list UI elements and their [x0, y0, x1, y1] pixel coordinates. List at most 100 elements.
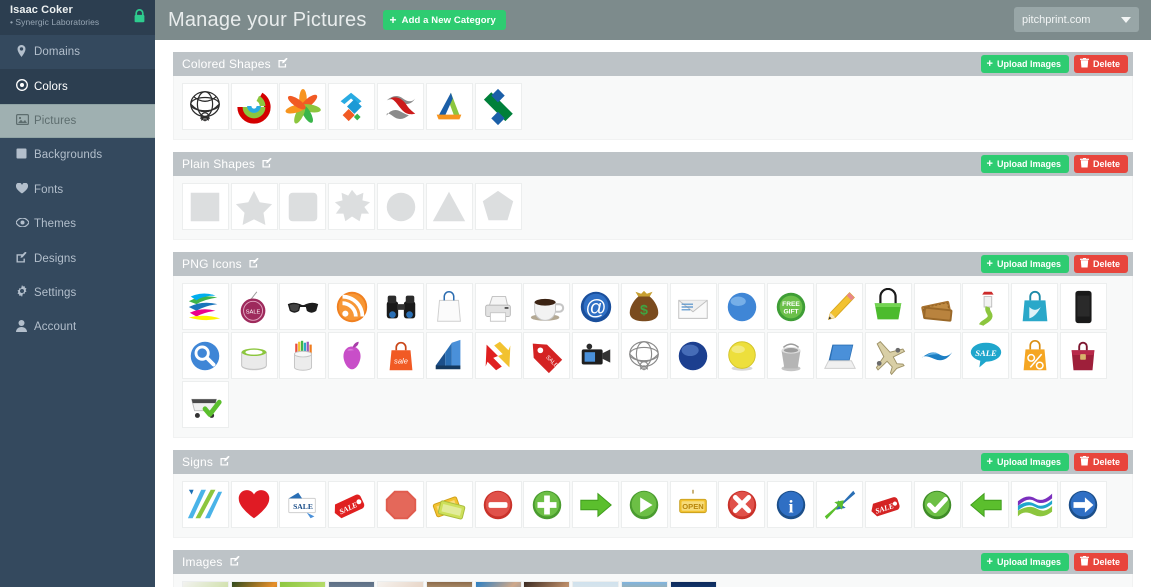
delete-button[interactable]: Delete [1073, 453, 1128, 471]
gold-tickets-icon[interactable] [425, 481, 473, 528]
domain-select[interactable]: pitchprint.com [1014, 7, 1139, 32]
cyan-diamonds-logo[interactable] [328, 83, 376, 130]
binoculars-icon[interactable] [377, 283, 425, 330]
upload-images-button[interactable]: + Upload Images [980, 553, 1069, 571]
green-arrow-left-icon[interactable] [962, 481, 1010, 528]
rss-feed-icon[interactable] [328, 283, 376, 330]
burst-star-shape[interactable] [328, 183, 376, 230]
blue-orb-icon[interactable] [669, 332, 717, 379]
delete-button[interactable]: Delete [1073, 155, 1128, 173]
upload-images-button[interactable]: + Upload Images [980, 255, 1069, 273]
baby-photo[interactable] [572, 581, 620, 587]
orange-sale-bag-icon[interactable] [377, 332, 425, 379]
edit-pencil-icon[interactable] [230, 555, 240, 569]
red-heart-icon[interactable] [230, 481, 278, 528]
sale-card-icon[interactable] [279, 481, 327, 528]
sale-badge-icon[interactable] [230, 283, 278, 330]
red-price-tag-icon[interactable] [523, 332, 571, 379]
red-grey-swoosh-logo[interactable] [377, 83, 425, 130]
play-button-icon[interactable] [620, 481, 668, 528]
red-handbag-icon[interactable] [1059, 332, 1107, 379]
panels-scroll-area[interactable]: Colored Shapes + Upload Images Delete Plain … [155, 40, 1151, 587]
stop-octagon-icon[interactable] [377, 481, 425, 528]
child-photo[interactable] [474, 581, 522, 587]
minus-circle-icon[interactable] [474, 481, 522, 528]
printer-icon[interactable] [474, 283, 522, 330]
sunglasses-icon[interactable] [279, 283, 327, 330]
close-x-circle-icon[interactable] [718, 481, 766, 528]
at-sign-icon[interactable] [572, 283, 620, 330]
metal-bucket-icon[interactable] [767, 332, 815, 379]
upload-images-button[interactable]: + Upload Images [980, 155, 1069, 173]
blue-shopping-bag-icon[interactable] [1011, 283, 1059, 330]
green-blue-cross-logo[interactable] [474, 83, 522, 130]
wire-globe-logo[interactable] [181, 83, 229, 130]
hands-photo[interactable] [377, 581, 425, 587]
green-wave-icon[interactable] [1011, 481, 1059, 528]
add-new-category-button[interactable]: + Add a New Category [382, 10, 506, 30]
edit-pencil-icon[interactable] [278, 57, 288, 71]
sidebar-item-domains[interactable]: Domains [0, 35, 155, 69]
tickets-icon[interactable] [913, 283, 961, 330]
money-bag-icon[interactable] [620, 283, 668, 330]
lighthouse-path-icon[interactable] [962, 283, 1010, 330]
green-arrow-right-icon[interactable] [572, 481, 620, 528]
search-magnifier-icon[interactable] [181, 332, 229, 379]
pencil-icon[interactable] [816, 283, 864, 330]
delete-button[interactable]: Delete [1073, 553, 1128, 571]
five-point-star-shape[interactable] [230, 183, 278, 230]
wireframe-globe-icon[interactable] [620, 332, 668, 379]
delete-button[interactable]: Delete [1073, 55, 1128, 73]
smartphone-icon[interactable] [1059, 283, 1107, 330]
triangle-pyramid-logo[interactable] [425, 83, 473, 130]
open-sign-icon[interactable] [669, 481, 717, 528]
blue-bird-photo[interactable] [279, 581, 327, 587]
paint-bucket-icon[interactable] [230, 332, 278, 379]
blue-green-stripes-icon[interactable] [181, 481, 229, 528]
info-circle-icon[interactable] [767, 481, 815, 528]
exchange-arrows-icon[interactable] [474, 332, 522, 379]
pencil-cup-icon[interactable] [279, 332, 327, 379]
envelope-mail-icon[interactable] [669, 283, 717, 330]
video-camera-icon[interactable] [572, 332, 620, 379]
sidebar-item-colors[interactable]: Colors [0, 69, 155, 104]
rounded-square-shape[interactable] [279, 183, 327, 230]
apple-logo-icon[interactable] [328, 332, 376, 379]
airplane-icon[interactable] [864, 332, 912, 379]
shopping-bag-icon[interactable] [425, 283, 473, 330]
laptop-icon[interactable] [816, 332, 864, 379]
edit-pencil-icon[interactable] [220, 455, 230, 469]
hay-field-photo[interactable] [620, 581, 668, 587]
leaf-photo[interactable] [181, 581, 229, 587]
champagne-photo[interactable] [425, 581, 473, 587]
edit-pencil-icon[interactable] [262, 157, 272, 171]
shopping-basket-icon[interactable] [864, 283, 912, 330]
upload-images-button[interactable]: + Upload Images [980, 453, 1069, 471]
flower-petals-logo[interactable] [279, 83, 327, 130]
orange-bird-photo[interactable] [230, 581, 278, 587]
sidebar-item-themes[interactable]: Themes [0, 207, 155, 241]
blue-arrow-circle-icon[interactable] [1059, 481, 1107, 528]
upload-images-button[interactable]: + Upload Images [980, 55, 1069, 73]
yellow-ball-icon[interactable] [718, 332, 766, 379]
coffee-cup-icon[interactable] [523, 283, 571, 330]
free-gift-badge-icon[interactable] [767, 283, 815, 330]
red-sale-tag-small-icon[interactable] [864, 481, 912, 528]
edit-pencil-icon[interactable] [249, 257, 259, 271]
red-sale-tag-icon[interactable] [328, 481, 376, 528]
swirl-arcs-logo[interactable] [230, 83, 278, 130]
blue-swoosh-icon[interactable] [913, 332, 961, 379]
check-circle-icon[interactable] [913, 481, 961, 528]
plus-circle-icon[interactable] [523, 481, 571, 528]
sidebar-item-pictures[interactable]: Pictures [0, 103, 155, 139]
square-shape[interactable] [181, 183, 229, 230]
sidebar-item-settings[interactable]: Settings [0, 276, 155, 310]
percent-bag-icon[interactable] [1011, 332, 1059, 379]
family-photo[interactable] [523, 581, 571, 587]
sidebar-item-fonts[interactable]: Fonts [0, 173, 155, 207]
pentagon-shape[interactable] [474, 183, 522, 230]
sidebar-item-backgrounds[interactable]: Backgrounds [0, 138, 155, 172]
circle-shape[interactable] [377, 183, 425, 230]
sale-speech-bubble-icon[interactable] [962, 332, 1010, 379]
lock-icon[interactable] [133, 9, 146, 25]
